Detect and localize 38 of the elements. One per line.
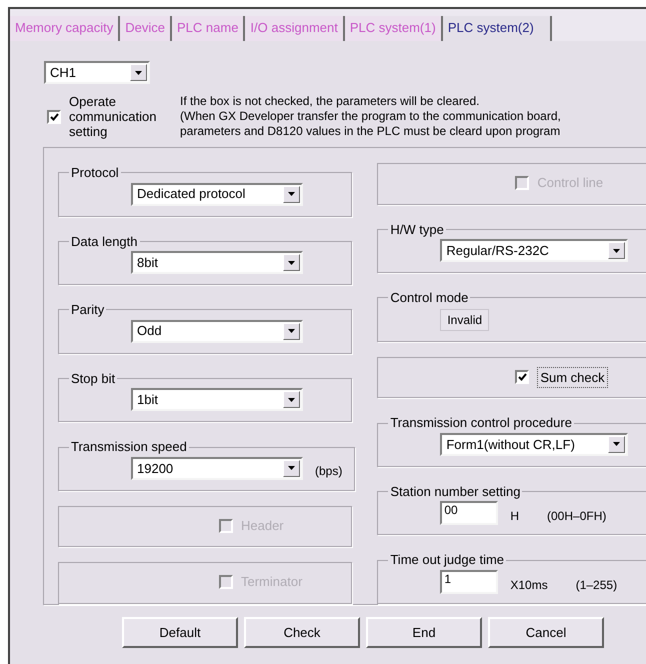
group-label: Control mode [389, 289, 470, 308]
dropdown[interactable]: Form1(without CR,LF) [440, 432, 628, 456]
dropdown[interactable]: Dedicated protocol [131, 182, 303, 206]
dialog-button[interactable]: Cancel [488, 617, 604, 648]
dropdown[interactable]: 1bit [131, 388, 303, 412]
dropdown[interactable]: 8bit [131, 251, 303, 274]
range-label: (00H–0FH) [547, 508, 606, 526]
group-label: Transmission control procedure [389, 414, 573, 432]
input-field[interactable]: 1 [440, 570, 498, 594]
dropdown[interactable]: Regular/RS-232C [440, 239, 628, 262]
dialog-button[interactable]: Default [122, 617, 238, 648]
readout-value: Invalid [440, 308, 490, 331]
notice-text: (When GX Developer transfer the program to the communication board, [180, 109, 561, 124]
dialog-button[interactable]: Check [244, 617, 360, 648]
dropdown[interactable]: Odd [131, 320, 303, 343]
checkbox[interactable] [47, 110, 61, 124]
dialog-button[interactable]: End [366, 617, 482, 648]
group-label: Time out judge time [389, 551, 506, 570]
group-label: Data length [70, 232, 138, 251]
unit-label: (bps) [315, 462, 342, 480]
checkbox-label: Operate communication setting [69, 94, 158, 139]
group-label: Transmission speed [70, 438, 188, 456]
notice-text: If the box is not checked, the parameters will be cleared. [180, 94, 480, 109]
range-label: (1–255) [576, 576, 618, 594]
dropdown[interactable]: 19200 [131, 456, 303, 480]
unit-label: H [510, 508, 520, 526]
group-label: H/W type [389, 220, 445, 239]
checkbox-label: Sum check [537, 366, 608, 388]
group-label: Parity [70, 301, 106, 320]
dropdown[interactable]: CH1 [44, 61, 150, 84]
unit-label: X10ms [510, 576, 548, 594]
input-field[interactable]: 00 [440, 501, 498, 526]
checkbox[interactable] [515, 370, 530, 384]
tab[interactable]: PLC system(2) [442, 16, 552, 41]
group-label: Stop bit [70, 370, 116, 388]
group-label: Station number setting [389, 482, 522, 501]
notice-text: parameters and D8120 values in the PLC must be cleard upon program [180, 124, 561, 139]
group-label: Protocol [70, 164, 120, 182]
